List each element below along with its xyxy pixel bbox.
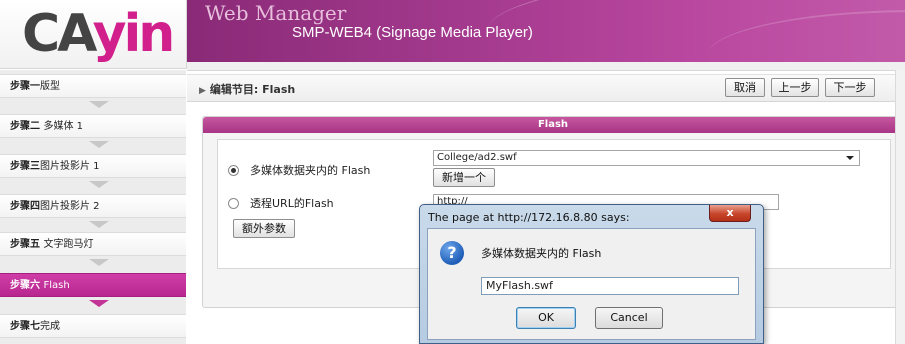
dialog-cancel-button[interactable]: Cancel (595, 307, 663, 329)
logo-area: CAyin (0, 0, 187, 69)
prompt-dialog: The page at http://172.16.8.80 says: x ?… (419, 204, 764, 344)
sidebar-item-step2[interactable]: 步骤二 多媒体 1 (0, 114, 186, 138)
cancel-button[interactable]: 取消 (725, 78, 765, 97)
question-icon: ? (440, 241, 464, 265)
next-step-button[interactable]: 下一步 (825, 78, 875, 97)
app-subtitle: SMP-WEB4 (Signage Media Player) (292, 24, 533, 41)
step-arrow-icon (89, 221, 109, 228)
step-sidebar: 步骤一版型 步骤二 多媒体 1 步骤三图片投影片 1 步骤四图片投影片 2 步骤… (0, 70, 186, 344)
header-underbar (187, 62, 905, 71)
step-arrow-icon (89, 141, 109, 148)
sidebar-item-step7[interactable]: 步骤七完成 (0, 314, 186, 338)
toolbar: ▶ 编辑节目: Flash 取消 上一步 下一步 (187, 74, 905, 102)
remote-flash-radio[interactable] (228, 198, 239, 209)
dialog-content: ? 多媒体数据夹内的 Flash MyFlash.swf OK Cancel (427, 228, 756, 340)
local-flash-radio[interactable] (228, 165, 239, 176)
sidebar-item-step6[interactable]: 步骤六 Flash (0, 273, 186, 297)
add-new-button[interactable]: 新增一个 (433, 168, 495, 187)
breadcrumb: ▶ 编辑节目: Flash (199, 83, 296, 96)
sidebar-item-step3[interactable]: 步骤三图片投影片 1 (0, 154, 186, 178)
scrollbar[interactable] (895, 70, 905, 344)
panel-title: Flash (203, 117, 903, 133)
chevron-down-icon (846, 156, 854, 160)
ok-button[interactable]: OK (516, 307, 576, 329)
prompt-message: 多媒体数据夹内的 Flash (481, 247, 602, 260)
flash-file-select[interactable]: College/ad2.swf (433, 150, 860, 166)
sidebar-item-step4[interactable]: 步骤四图片投影片 2 (0, 194, 186, 218)
step-arrow-icon (89, 181, 109, 188)
step-arrow-icon (89, 259, 109, 266)
app-header: Web Manager SMP-WEB4 (Signage Media Play… (187, 0, 905, 62)
prompt-input[interactable]: MyFlash.swf (481, 277, 739, 295)
sidebar-item-step5[interactable]: 步骤五 文字跑马灯 (0, 232, 186, 256)
sidebar-item-step1[interactable]: 步骤一版型 (0, 74, 186, 98)
extra-params-button[interactable]: 额外参数 (233, 219, 295, 238)
prev-step-button[interactable]: 上一步 (771, 78, 819, 97)
local-flash-label: 多媒体数据夹内的 Flash (250, 164, 371, 177)
close-icon[interactable]: x (709, 205, 751, 222)
dialog-title: The page at http://172.16.8.80 says: (428, 211, 630, 224)
app-title: Web Manager (205, 1, 347, 25)
cayin-logo: CAyin (22, 4, 175, 64)
step-arrow-icon (89, 101, 109, 108)
step-arrow-icon (89, 300, 109, 307)
play-icon: ▶ (199, 86, 206, 96)
remote-flash-label: 透程URL的Flash (250, 197, 334, 210)
